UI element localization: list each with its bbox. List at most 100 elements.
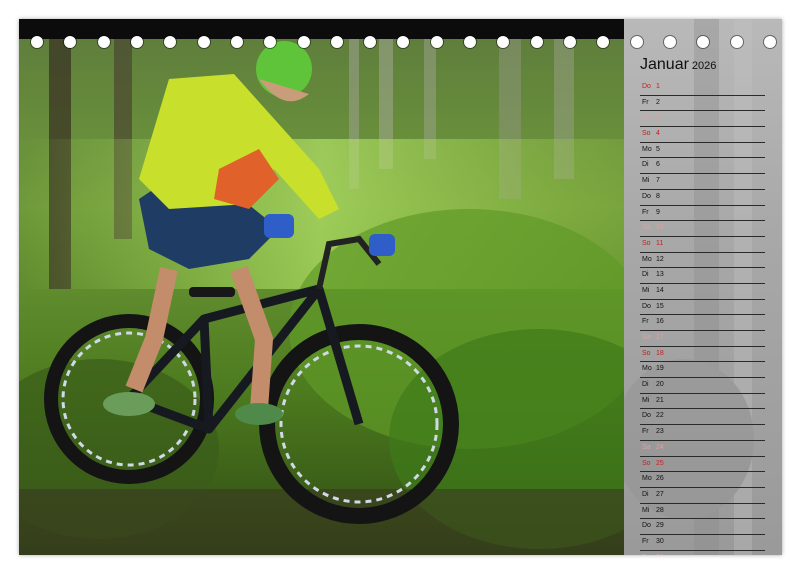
day-number: 25 <box>656 459 664 467</box>
day-row: Mi 21 <box>640 394 765 410</box>
weekday-label: Mi <box>642 177 650 185</box>
day-row: Mo 12 <box>640 253 765 269</box>
binding-ring-icon <box>330 36 343 48</box>
day-number: 8 <box>656 192 660 200</box>
day-number: 12 <box>656 255 664 263</box>
day-row: Do 15 <box>640 300 765 316</box>
day-number: 23 <box>656 428 664 436</box>
weekday-label: So <box>642 349 651 357</box>
day-number: 10 <box>656 224 664 232</box>
binding-ring-icon <box>31 36 43 48</box>
day-number: 24 <box>656 443 664 451</box>
day-number: 20 <box>656 381 664 389</box>
weekday-label: So <box>642 130 651 138</box>
day-row: Do 8 <box>640 190 765 206</box>
weekday-label: Mi <box>642 506 650 514</box>
binding-ring-icon <box>64 36 77 48</box>
weekday-label: So <box>642 459 651 467</box>
binding-ring-icon <box>763 36 776 48</box>
day-row: Mi 14 <box>640 284 765 300</box>
spiral-binding <box>31 36 776 52</box>
weekday-label: Sa <box>642 224 651 232</box>
day-row: Mo 26 <box>640 472 765 488</box>
day-number: 19 <box>656 365 664 373</box>
day-row: Do 29 <box>640 519 765 535</box>
day-number: 16 <box>656 318 664 326</box>
binding-ring-icon <box>697 36 710 48</box>
weekday-label: Do <box>642 412 651 420</box>
binding-ring-icon <box>530 36 543 48</box>
day-list: Do 1 Fr 2 Sa 3 So 4 Mo 5 Di 6 Mi 7 Do 8 Fr 9 Sa 10 So 11 Mo 12 D… <box>640 80 765 555</box>
binding-ring-icon <box>97 36 110 48</box>
day-row: So 11 <box>640 237 765 253</box>
day-number: 30 <box>656 537 664 545</box>
binding-ring-icon <box>197 36 210 48</box>
weekday-label: Fr <box>642 208 649 216</box>
weekday-label: Di <box>642 161 649 169</box>
day-number: 29 <box>656 522 664 530</box>
day-row: Mi 7 <box>640 174 765 190</box>
day-row: Do 1 <box>640 80 765 96</box>
weekday-label: Mi <box>642 396 650 404</box>
weekday-label: Sa <box>642 114 651 122</box>
day-number: 15 <box>656 302 664 310</box>
weekday-label: Fr <box>642 428 649 436</box>
binding-ring-icon <box>264 36 277 48</box>
day-row: So 18 <box>640 347 765 363</box>
calendar-sidebar: Januar 20 26 Do 1 Fr 2 Sa 3 So 4 Mo 5 Di 6 Mi 7 Do 8 Fr 9 Sa… <box>624 19 782 555</box>
binding-ring-icon <box>464 36 477 48</box>
weekday-label: Fr <box>642 537 649 545</box>
day-number: 3 <box>656 114 660 122</box>
day-number: 5 <box>656 145 660 153</box>
day-number: 9 <box>656 208 660 216</box>
weekday-label: Di <box>642 381 649 389</box>
photo-fatbike-rider <box>19 19 624 555</box>
weekday-label: Do <box>642 83 651 90</box>
weekday-label: Mo <box>642 475 652 483</box>
day-number: 22 <box>656 412 664 420</box>
day-row: Sa 10 <box>640 221 765 237</box>
binding-ring-icon <box>164 36 177 48</box>
day-number: 31 <box>656 551 664 555</box>
photo-illustration <box>19 19 624 555</box>
day-row: Di 6 <box>640 158 765 175</box>
day-number: 18 <box>656 349 664 357</box>
weekday-label: Sa <box>642 443 651 451</box>
day-row: Fr 30 <box>640 535 765 551</box>
day-number: 14 <box>656 286 664 294</box>
weekday-label: Fr <box>642 98 649 106</box>
weekday-label: Mo <box>642 255 652 263</box>
day-row: Fr 23 <box>640 425 765 441</box>
weekday-label: Sa <box>642 551 651 555</box>
day-number: 26 <box>656 475 664 483</box>
binding-ring-icon <box>130 36 143 48</box>
binding-ring-icon <box>364 36 377 48</box>
day-number: 17 <box>656 334 664 341</box>
day-number: 11 <box>656 239 664 247</box>
day-number: 2 <box>656 98 660 106</box>
day-row: So 25 <box>640 457 765 473</box>
day-row: Sa 17 <box>640 331 765 347</box>
month-name: Januar <box>640 56 689 73</box>
day-number: 6 <box>656 161 660 169</box>
weekday-label: Do <box>642 192 651 200</box>
binding-ring-icon <box>397 36 410 48</box>
binding-ring-icon <box>497 36 510 48</box>
calendar-page: Januar 20 26 Do 1 Fr 2 Sa 3 So 4 Mo 5 Di 6 Mi 7 Do 8 Fr 9 Sa… <box>19 19 782 555</box>
binding-ring-icon <box>297 36 310 48</box>
binding-ring-icon <box>663 36 676 48</box>
day-row: Di 20 <box>640 378 765 394</box>
day-row: Di 13 <box>640 268 765 284</box>
day-row: Sa 24 <box>640 441 765 457</box>
weekday-label: Mi <box>642 286 650 294</box>
day-row: Fr 9 <box>640 206 765 222</box>
binding-ring-icon <box>630 36 643 48</box>
day-number: 4 <box>656 130 660 138</box>
day-row: Fr 16 <box>640 315 765 331</box>
weekday-label: Sa <box>642 334 651 341</box>
day-row: Mi 28 <box>640 504 765 520</box>
binding-ring-icon <box>230 36 243 48</box>
day-number: 1 <box>656 83 660 90</box>
day-number: 27 <box>656 490 664 498</box>
weekday-label: So <box>642 239 651 247</box>
